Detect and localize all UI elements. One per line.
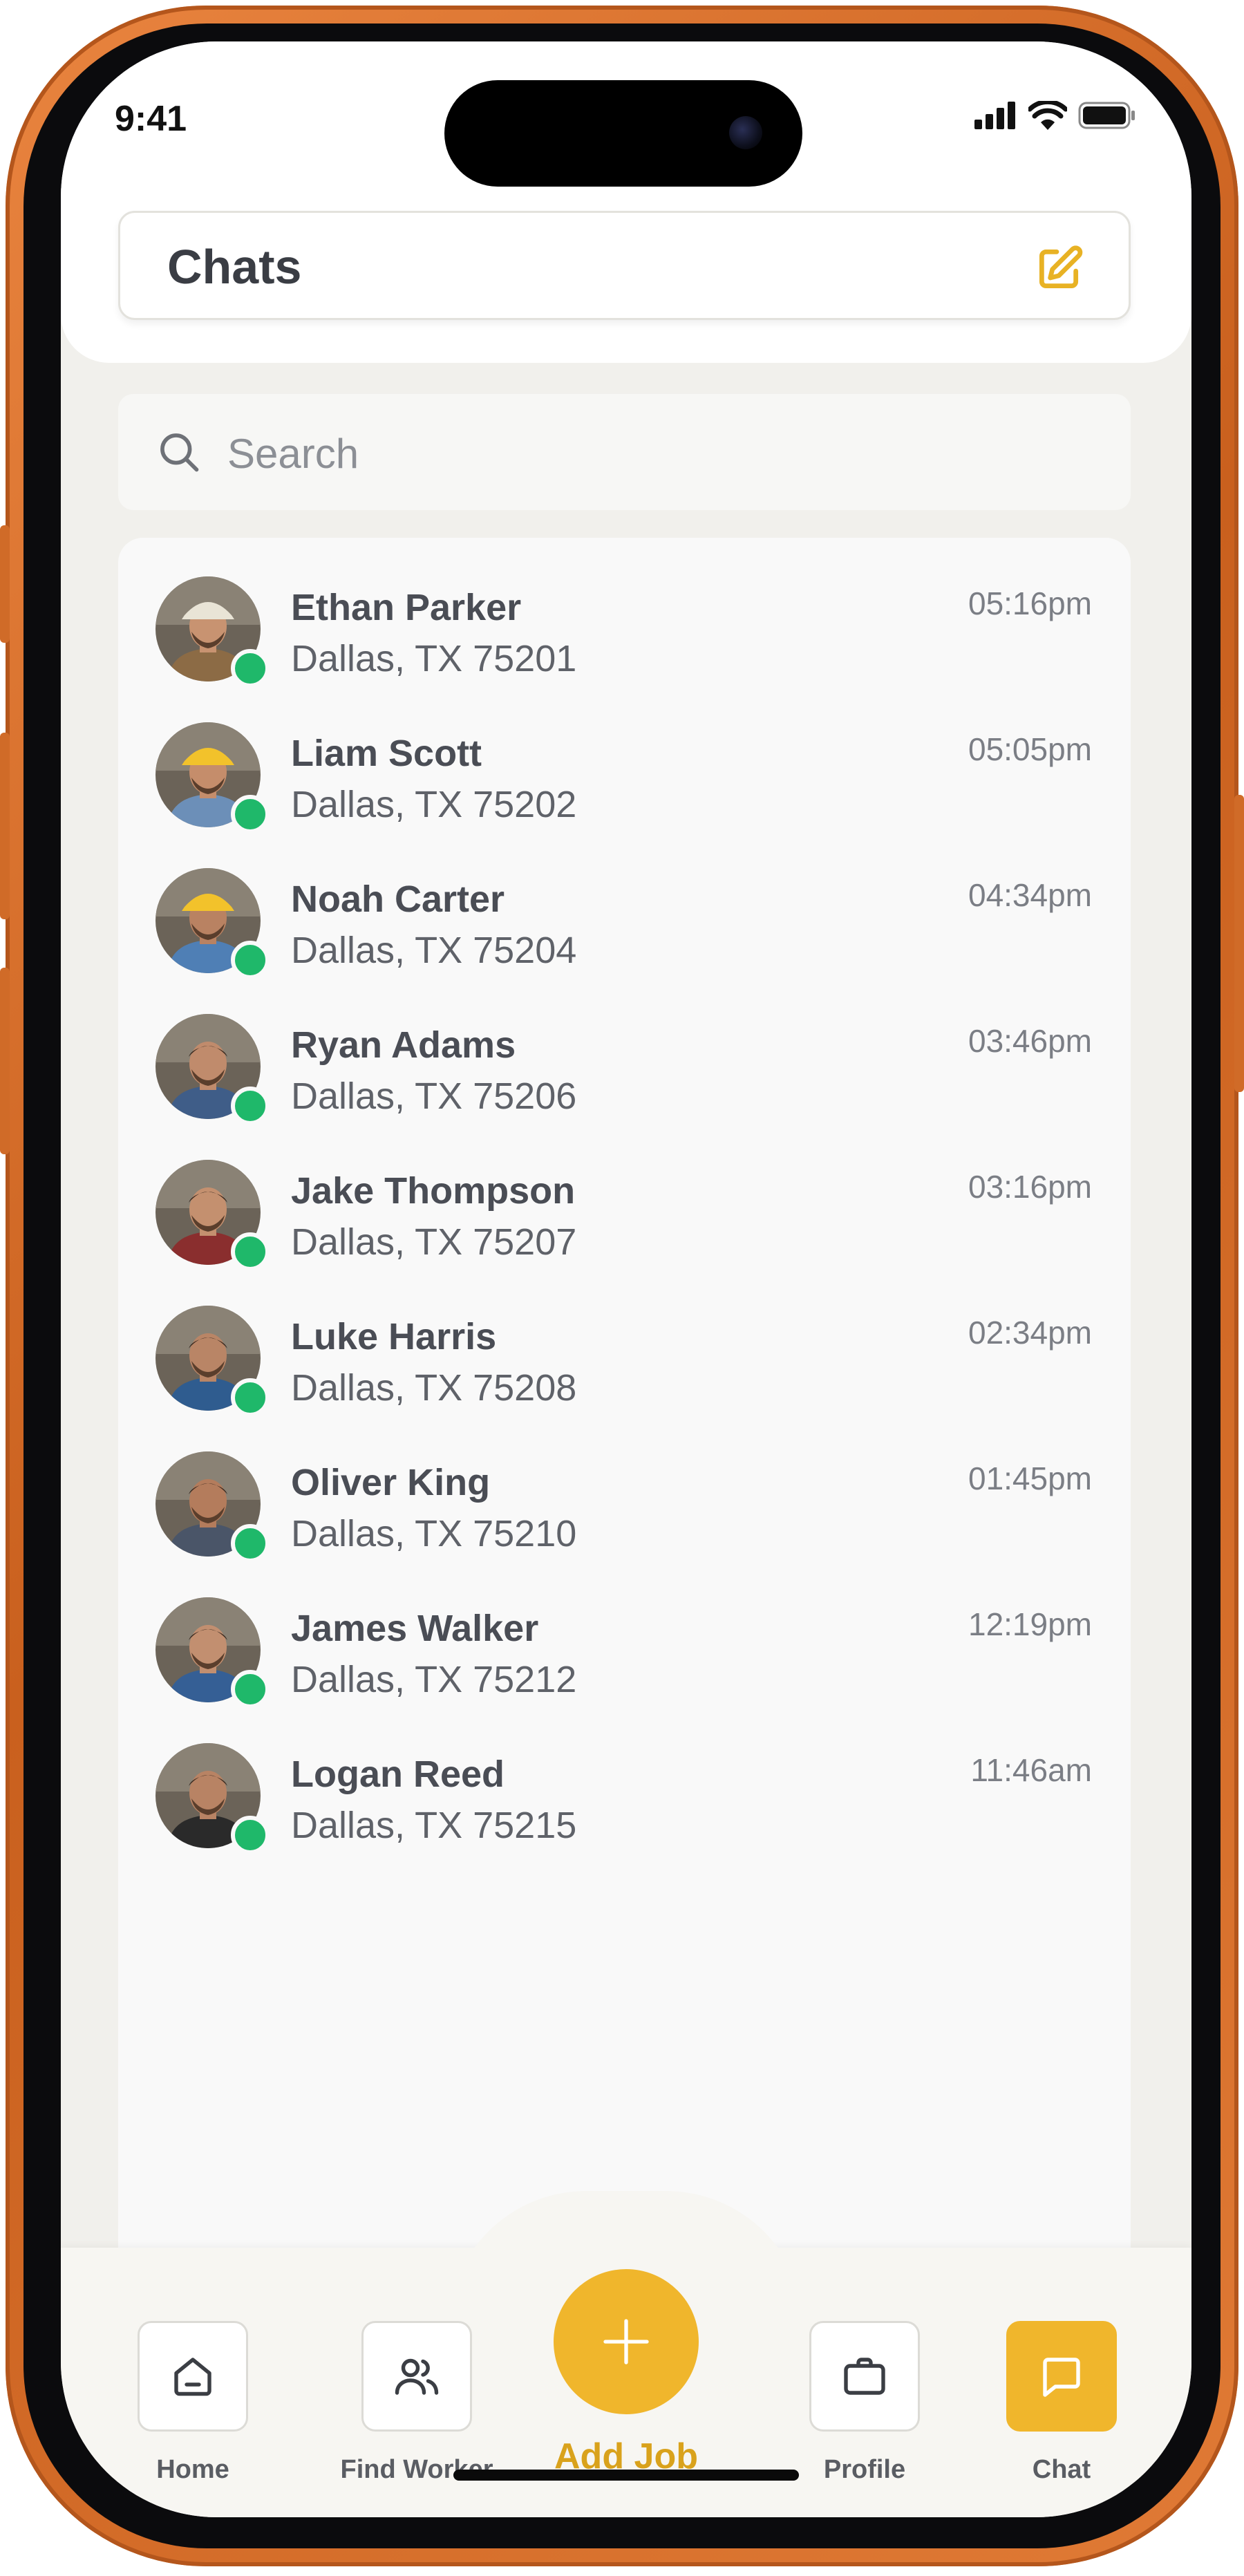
chat-timestamp: 11:46am: [970, 1752, 1092, 1788]
nav-chat-label: Chat: [1032, 2455, 1091, 2484]
chat-timestamp: 04:34pm: [968, 877, 1092, 913]
chat-list-panel: Ethan Parker Dallas, TX 75201 05:16pm Liam…: [118, 538, 1131, 2300]
chat-name: Luke Harris: [291, 1316, 497, 1357]
chat-row[interactable]: Noah Carter Dallas, TX 75204 04:34pm: [118, 836, 1131, 982]
chat-location: Dallas, TX 75208: [291, 1367, 577, 1409]
chat-row[interactable]: James Walker Dallas, TX 75212 12:19pm: [118, 1566, 1131, 1711]
chat-row[interactable]: Oliver King Dallas, TX 75210 01:45pm: [118, 1420, 1131, 1566]
chat-bubble-icon: [1043, 2358, 1080, 2397]
search-input[interactable]: Search: [118, 394, 1131, 510]
chat-row[interactable]: Ryan Adams Dallas, TX 75206 03:46pm: [118, 982, 1131, 1128]
online-status-dot: [231, 1816, 270, 1854]
dynamic-island: [444, 80, 802, 187]
wifi-icon: [1028, 101, 1067, 130]
chat-location: Dallas, TX 75207: [291, 1221, 577, 1263]
add-job-button[interactable]: [554, 2269, 699, 2414]
chat-tile[interactable]: [1006, 2321, 1117, 2432]
nav-profile-label: Profile: [823, 2455, 906, 2484]
chat-row[interactable]: Luke Harris Dallas, TX 75208 02:34pm: [118, 1274, 1131, 1420]
chat-name: Ryan Adams: [291, 1024, 516, 1066]
chat-name: Jake Thompson: [291, 1170, 576, 1212]
battery-icon: [1078, 102, 1135, 129]
chat-row[interactable]: Jake Thompson Dallas, TX 75207 03:16pm: [118, 1128, 1131, 1274]
chat-name: James Walker: [291, 1608, 539, 1649]
chat-name: Logan Reed: [291, 1754, 505, 1795]
page-title: Chats: [167, 240, 302, 294]
users-icon: [395, 2358, 439, 2395]
chats-header: Chats: [118, 211, 1131, 320]
chat-timestamp: 01:45pm: [968, 1460, 1092, 1496]
chat-row[interactable]: Logan Reed Dallas, TX 75215 11:46am: [118, 1711, 1131, 1857]
chat-name: Oliver King: [291, 1462, 491, 1503]
nav-home-label: Home: [156, 2455, 229, 2484]
status-icons: [974, 101, 1136, 130]
chat-timestamp: 03:46pm: [968, 1023, 1092, 1059]
briefcase-icon: [844, 2358, 885, 2395]
online-status-dot: [231, 1232, 270, 1271]
chat-name: Liam Scott: [291, 733, 482, 774]
power-button: [1234, 795, 1244, 1092]
online-status-dot: [231, 649, 270, 688]
nav-chat[interactable]: Chat: [1002, 2321, 1121, 2485]
online-status-dot: [231, 1378, 270, 1417]
front-camera: [729, 116, 762, 149]
chat-location: Dallas, TX 75215: [291, 1805, 577, 1846]
phone-screen: 9:41 Chats Search Ethan Parker Dallas, T…: [61, 41, 1191, 2517]
online-status-dot: [231, 941, 270, 979]
chat-name: Ethan Parker: [291, 587, 522, 628]
search-icon: [160, 433, 199, 472]
chat-name: Noah Carter: [291, 878, 505, 920]
chat-timestamp: 03:16pm: [968, 1169, 1092, 1205]
chat-location: Dallas, TX 75201: [291, 638, 577, 679]
nav-profile[interactable]: Profile: [805, 2321, 924, 2485]
chat-timestamp: 12:19pm: [968, 1606, 1092, 1642]
plus-icon: [603, 2319, 649, 2365]
signal-icon: [974, 102, 1015, 129]
chat-timestamp: 02:34pm: [968, 1315, 1092, 1351]
find-worker-tile[interactable]: [361, 2321, 472, 2432]
chat-location: Dallas, TX 75210: [291, 1513, 577, 1554]
edit-square-icon[interactable]: [1033, 243, 1084, 294]
action-button: [0, 525, 10, 643]
chat-row[interactable]: Ethan Parker Dallas, TX 75201 05:16pm: [118, 545, 1131, 690]
online-status-dot: [231, 795, 270, 834]
home-icon: [174, 2358, 211, 2396]
chat-timestamp: 05:05pm: [968, 731, 1092, 767]
chat-location: Dallas, TX 75202: [291, 784, 577, 825]
volume-down-button: [0, 968, 10, 1154]
search-placeholder: Search: [227, 431, 359, 477]
home-tile[interactable]: [138, 2321, 248, 2432]
chat-location: Dallas, TX 75204: [291, 930, 577, 971]
nav-find-worker[interactable]: Find Worker: [334, 2321, 500, 2485]
home-indicator: [453, 2470, 799, 2481]
status-time: 9:41: [115, 99, 187, 139]
chat-location: Dallas, TX 75206: [291, 1075, 577, 1117]
online-status-dot: [231, 1087, 270, 1125]
chat-location: Dallas, TX 75212: [291, 1659, 577, 1700]
nav-home[interactable]: Home: [133, 2321, 252, 2485]
chat-row[interactable]: Liam Scott Dallas, TX 75202 05:05pm: [118, 690, 1131, 836]
online-status-dot: [231, 1670, 270, 1709]
volume-up-button: [0, 733, 10, 919]
online-status-dot: [231, 1524, 270, 1563]
chat-timestamp: 05:16pm: [968, 585, 1092, 621]
profile-tile[interactable]: [809, 2321, 920, 2432]
